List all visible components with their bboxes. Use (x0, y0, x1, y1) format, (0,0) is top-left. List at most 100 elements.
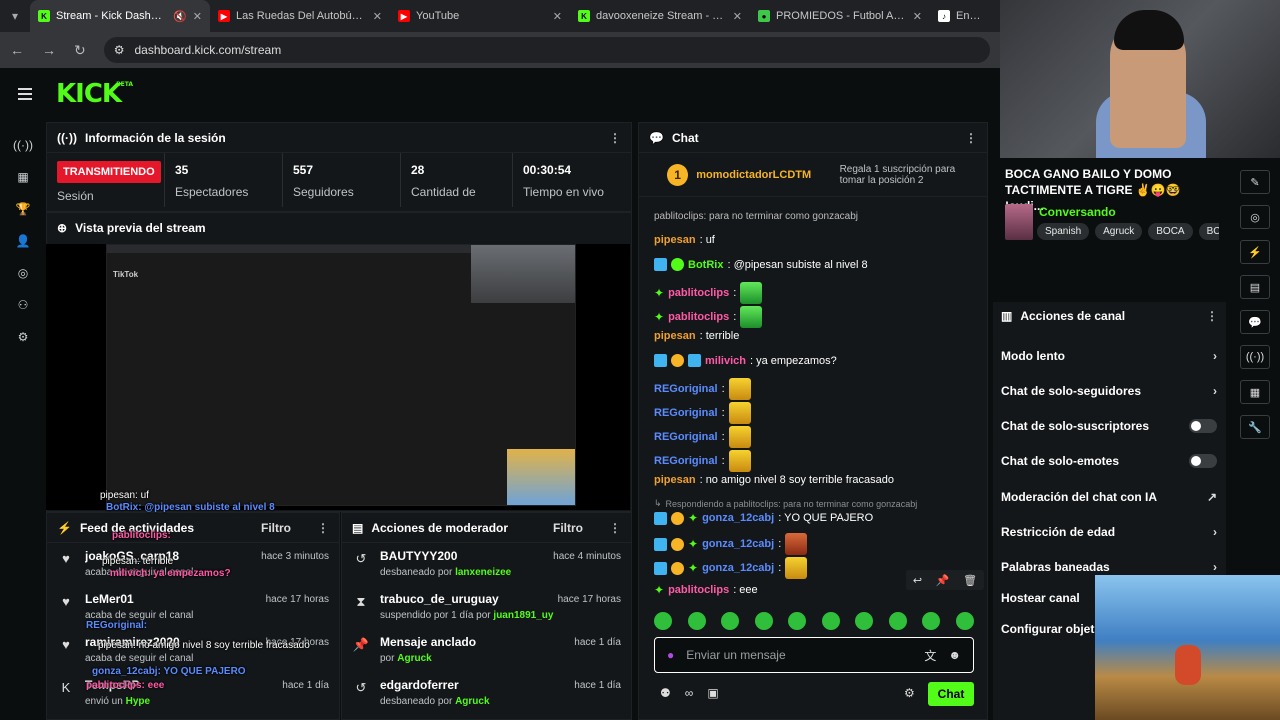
activity-filter-button[interactable]: Filtro (261, 521, 291, 535)
url-input[interactable]: ⚙ dashboard.kick.com/stream (103, 37, 990, 63)
tag[interactable]: Agruck (1095, 223, 1143, 240)
menu-icon[interactable] (18, 88, 32, 100)
gift-icon[interactable]: ▣ (707, 686, 718, 700)
preview-game (507, 449, 575, 505)
browser-tab[interactable]: ▶ YouTube ✕ (390, 0, 570, 32)
document-icon[interactable]: ▤ (1240, 275, 1270, 299)
tag[interactable]: BOCA (1148, 223, 1193, 240)
ai-moderation-row[interactable]: Moderación del chat con IA ↗ (1001, 490, 1217, 504)
activity-feed-header: ⚡ Feed de actividades Filtro ⋮ (47, 513, 339, 543)
grid-icon[interactable]: ▦ (1240, 380, 1270, 404)
poll-icon[interactable]: ⚉ (660, 686, 671, 700)
emoji-icon[interactable]: ☻ (948, 648, 961, 662)
subscribers-only-row[interactable]: Chat de solo-suscriptores (1001, 419, 1217, 433)
back-icon[interactable]: ← (10, 42, 24, 58)
trophy-icon[interactable]: 🏆 (14, 200, 32, 218)
sparkle-icon: ✦ (688, 561, 699, 575)
crown-badge-icon (671, 354, 684, 367)
emote-icon (740, 282, 763, 304)
chat-partial-message: pablitoclips: para no terminar como gonz… (654, 211, 858, 222)
browser-tab[interactable]: K davooxeneize Stream - Wat ✕ (570, 0, 750, 32)
close-tab-icon[interactable]: ✕ (913, 10, 922, 23)
emote-icon (785, 533, 808, 555)
emote-icon[interactable] (721, 612, 740, 630)
pin-icon[interactable]: 📌 (936, 574, 950, 587)
session-info-panel: ((·)) Información de la sesión ⋮ TRANSMI… (46, 122, 632, 212)
camera-icon[interactable]: ◎ (1240, 205, 1270, 229)
analytics-icon[interactable]: ▦ (14, 168, 32, 186)
browser-tab-bar: ▾ K Stream - Kick Dashboard 🔇 ✕ ▶ Las Ru… (0, 0, 1000, 32)
mute-icon[interactable]: 🔇 (173, 10, 187, 23)
moderation-icon[interactable]: ◎ (14, 264, 32, 282)
tag[interactable]: Spanish (1037, 223, 1090, 240)
mic-icon[interactable]: ● (667, 648, 674, 662)
community-icon[interactable]: 👤 (14, 232, 32, 250)
emote-icon[interactable] (687, 612, 706, 630)
close-tab-icon[interactable]: ✕ (373, 10, 382, 23)
emote-icon[interactable] (955, 612, 974, 630)
emote-icon[interactable] (788, 612, 807, 630)
forward-icon[interactable]: → (42, 42, 56, 58)
moderator-filter-button[interactable]: Filtro (553, 521, 583, 535)
more-options-icon[interactable]: ⋮ (1206, 309, 1218, 323)
activity-item: ♥ joakoGS_carp18 acaba de seguir el canal… (47, 543, 339, 586)
edit-icon[interactable]: ✎ (1240, 170, 1270, 194)
emote-icon[interactable] (821, 612, 840, 630)
close-tab-icon[interactable]: ✕ (193, 10, 202, 23)
more-options-icon[interactable]: ⋮ (609, 521, 621, 535)
verified-badge-icon (654, 354, 667, 367)
wrench-icon[interactable]: 🔧 (1240, 415, 1270, 439)
users-icon[interactable]: ⚇ (14, 296, 32, 314)
bolt-icon[interactable]: ⚡ (1240, 240, 1270, 264)
subscribers-only-toggle[interactable] (1189, 419, 1217, 433)
browser-tab[interactable]: ● PROMIEDOS - Futbol Argent ✕ (750, 0, 930, 32)
send-chat-button[interactable]: Chat (928, 682, 974, 706)
bolt-icon: ⚡ (57, 520, 72, 535)
close-tab-icon[interactable]: ✕ (733, 10, 742, 23)
chat-message: pipesan: uf (654, 234, 715, 246)
followers-only-row[interactable]: Chat de solo-seguidores › (1001, 384, 1217, 398)
settings-icon[interactable]: ⚙ (14, 328, 32, 346)
slow-mode-row[interactable]: Modo lento › (1001, 349, 1217, 363)
browser-tab[interactable]: ♪ Encuentra (930, 0, 990, 32)
moderator-item: 📌 Mensaje anclado por Agruck hace 1 día (342, 629, 631, 672)
close-tab-icon[interactable]: ✕ (553, 10, 562, 23)
reply-icon[interactable]: ↩ (913, 574, 922, 587)
emote-icon[interactable] (888, 612, 907, 630)
site-info-icon[interactable]: ⚙ (114, 43, 125, 57)
delete-icon[interactable]: 🗑 (963, 574, 977, 587)
more-options-icon[interactable]: ⋮ (609, 131, 621, 145)
banned-words-row[interactable]: Palabras baneadas › (1001, 560, 1217, 574)
kick-logo[interactable]: KICK BETA (56, 79, 133, 109)
more-options-icon[interactable]: ⋮ (317, 521, 329, 535)
chat-input[interactable]: ● Enviar un mensaje 文 ☻ (654, 637, 974, 673)
broadcast-icon[interactable]: ((·)) (13, 136, 33, 154)
chat-icon[interactable]: 💬 (1240, 310, 1270, 334)
tab-search-icon[interactable]: ▾ (0, 9, 30, 23)
infinity-icon[interactable]: ∞ (685, 686, 694, 700)
webcam-overlay (1000, 0, 1280, 158)
sub-badge-icon (671, 537, 684, 551)
browser-tab[interactable]: ▶ Las Ruedas Del Autobús ¡Nu ✕ (210, 0, 390, 32)
emote-icon[interactable] (855, 612, 874, 630)
game-overlay (1095, 575, 1280, 720)
stream-category[interactable]: Conversando (1039, 205, 1116, 219)
sparkle-icon: ✦ (654, 310, 665, 324)
browser-tab[interactable]: K Stream - Kick Dashboard 🔇 ✕ (30, 0, 210, 32)
broadcast-icon[interactable]: ((·)) (1240, 345, 1270, 369)
emote-icon[interactable] (654, 612, 672, 630)
top-gifter-name[interactable]: momodictadorLCDTM (696, 169, 831, 181)
reload-icon[interactable]: ↻ (74, 42, 86, 59)
emotes-only-row[interactable]: Chat de solo-emotes (1001, 454, 1217, 468)
emote-icon[interactable] (754, 612, 773, 630)
more-options-icon[interactable]: ⋮ (965, 131, 977, 145)
stream-preview-video[interactable]: TikTok (46, 244, 630, 510)
emote-icon[interactable] (922, 612, 941, 630)
chat-settings-icon[interactable]: ⚙ (904, 686, 915, 700)
age-restriction-row[interactable]: Restricción de edad › (1001, 525, 1217, 539)
youtube-icon: ▶ (218, 10, 230, 22)
tag[interactable]: BC (1198, 223, 1219, 240)
emotes-only-toggle[interactable] (1189, 454, 1217, 468)
translate-icon[interactable]: 文 (924, 647, 936, 664)
sub-badge-icon (671, 511, 684, 525)
